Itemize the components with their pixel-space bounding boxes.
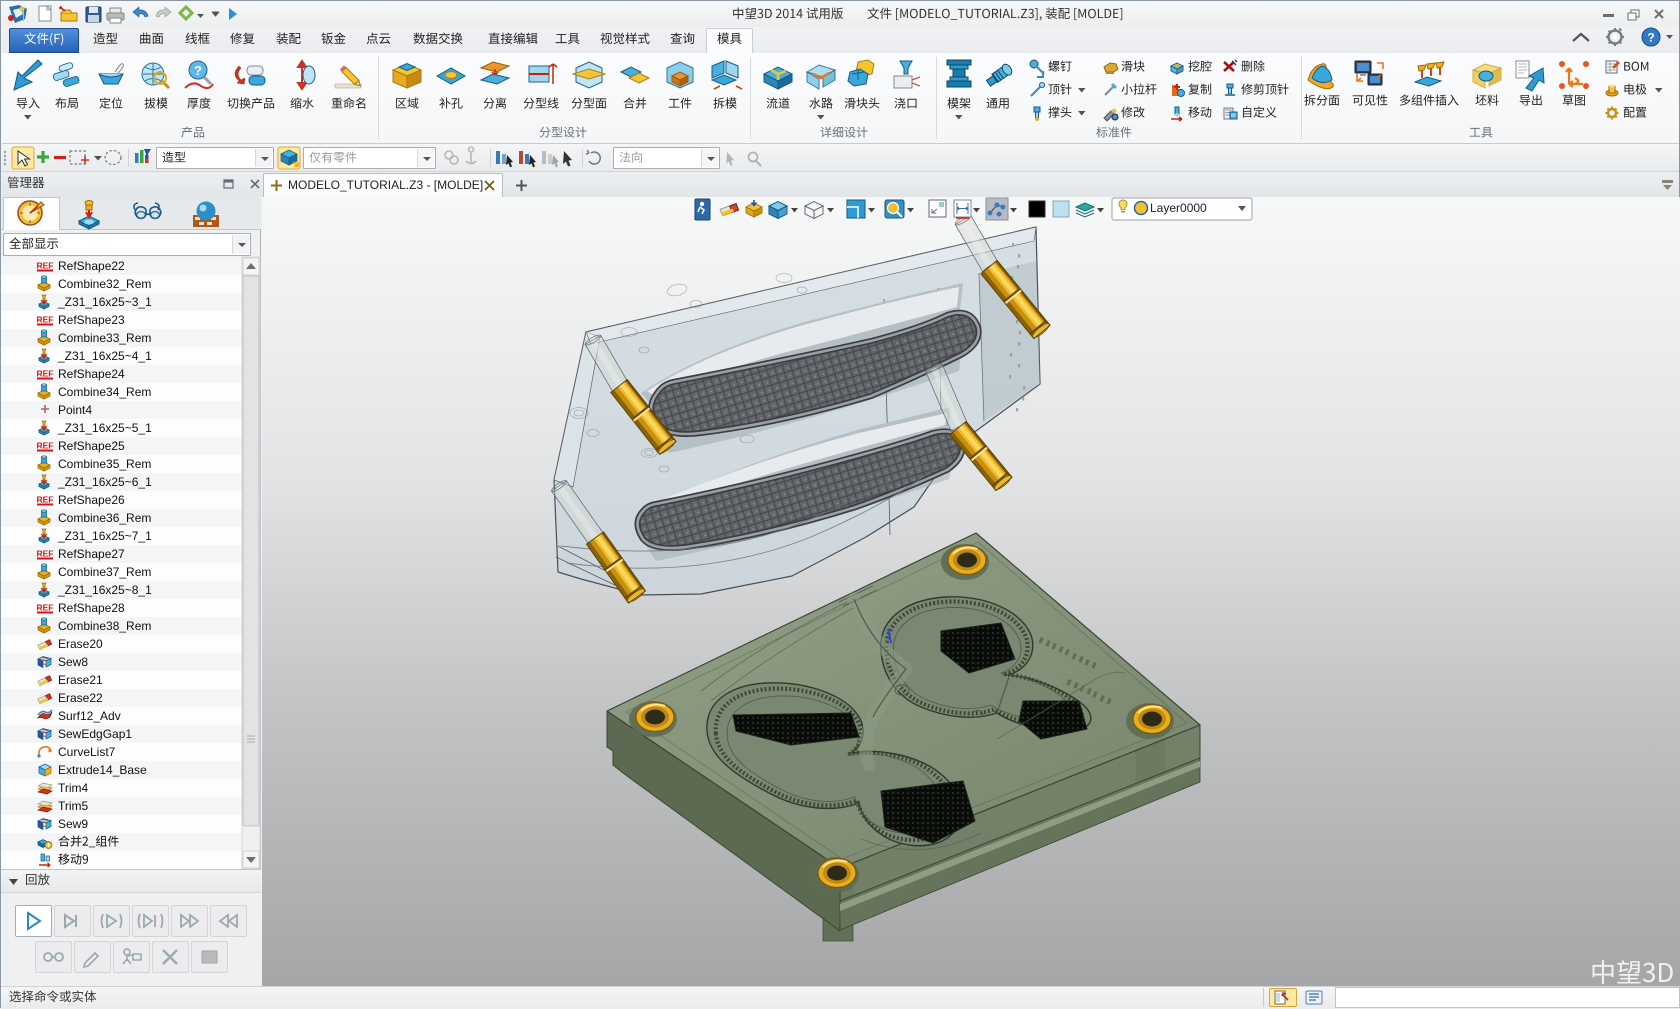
svg-text:?: ? [194,63,202,78]
svg-text:?: ? [1647,31,1654,45]
